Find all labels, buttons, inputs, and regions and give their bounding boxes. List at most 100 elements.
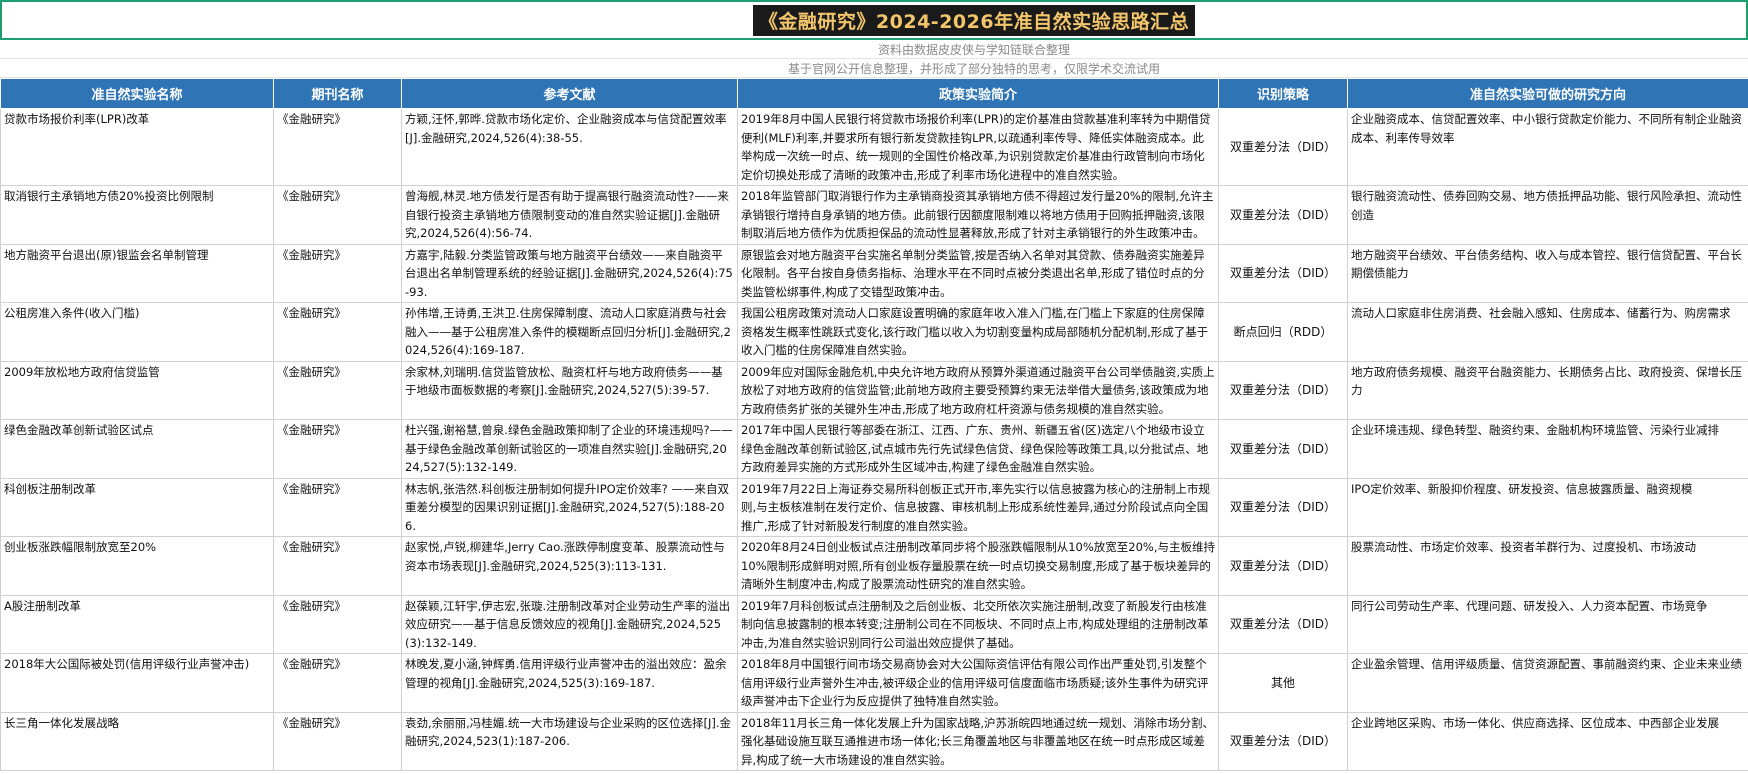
cell-research-direction[interactable]: 地方政府债务规模、融资平台融资能力、长期债务占比、政府投资、保增长压力: [1347, 360, 1748, 420]
table-body: 贷款市场报价利率(LPR)改革 《金融研究》 方颖,汪怀,郭晔.贷款市场化定价、企业…: [0, 108, 1748, 771]
cell-experiment-name[interactable]: 地方融资平台退出(原)银监会名单制管理: [0, 243, 274, 303]
cell-research-direction[interactable]: 企业盈余管理、信用评级质量、信贷资源配置、事前融资约束、企业未来业绩: [1347, 653, 1748, 713]
cell-policy-intro[interactable]: 我国公租房政策对流动人口家庭设置明确的家庭年收入准入门槛,在门槛上下家庭的住房保…: [737, 302, 1219, 362]
experiments-table: 准自然实验名称 期刊名称 参考文献 政策实验简介 识别策略 准自然实验可做的研究…: [0, 78, 1748, 771]
cell-policy-intro[interactable]: 2019年7月科创板试点注册制及之后创业板、北交所依次实施注册制,改变了新股发行…: [737, 594, 1219, 654]
cell-research-direction-text: IPO定价效率、新股抑价程度、研发投资、信息披露质量、融资规模: [1351, 481, 1693, 496]
cell-research-direction-text: 企业盈余管理、信用评级质量、信贷资源配置、事前融资约束、企业未来业绩: [1351, 657, 1742, 671]
cell-experiment-name[interactable]: 2009年放松地方政府信贷监管: [0, 360, 274, 420]
cell-experiment-name-text: 2009年放松地方政府信贷监管: [4, 364, 160, 379]
cell-experiment-name[interactable]: 长三角一体化发展战略: [0, 711, 274, 771]
cell-journal[interactable]: 《金融研究》: [273, 243, 402, 303]
cell-research-direction[interactable]: 企业跨地区采购、市场一体化、供应商选择、区位成本、中西部企业发展: [1347, 711, 1748, 771]
cell-reference-text: 赵家悦,卢锐,柳建华,Jerry Cao.涨跌停制度变革、股票流动性与资本市场表…: [405, 540, 725, 573]
cell-policy-intro-text: 2019年7月科创板试点注册制及之后创业板、北交所依次实施注册制,改变了新股发行…: [741, 598, 1209, 650]
cell-journal[interactable]: 《金融研究》: [273, 594, 402, 654]
cell-research-direction[interactable]: 企业融资成本、信贷配置效率、中小银行贷款定价能力、不同所有制企业融资成本、利率传…: [1347, 108, 1748, 186]
cell-research-direction[interactable]: IPO定价效率、新股抑价程度、研发投资、信息披露质量、融资规模: [1347, 477, 1748, 537]
cell-strategy[interactable]: 双重差分法（DID）: [1218, 594, 1348, 654]
cell-journal[interactable]: 《金融研究》: [273, 711, 402, 771]
cell-strategy[interactable]: 双重差分法（DID）: [1218, 477, 1348, 537]
table-row: 绿色金融改革创新试验区试点 《金融研究》 杜兴强,谢裕慧,曾泉.绿色金融政策抑制了企…: [0, 419, 1748, 479]
cell-research-direction[interactable]: 股票流动性、市场定价效率、投资者羊群行为、过度投机、市场波动: [1347, 536, 1748, 596]
column-header-name[interactable]: 准自然实验名称: [0, 78, 274, 109]
cell-journal[interactable]: 《金融研究》: [273, 108, 402, 186]
cell-policy-intro[interactable]: 2018年11月长三角一体化发展上升为国家战略,沪苏浙皖四地通过统一规划、消除市…: [737, 711, 1219, 771]
cell-strategy[interactable]: 双重差分法（DID）: [1218, 243, 1348, 303]
cell-policy-intro[interactable]: 原银监会对地方融资平台实施名单制分类监管,按是否纳入名单对其贷款、债券融资实施差…: [737, 243, 1219, 303]
cell-experiment-name[interactable]: A股注册制改革: [0, 594, 274, 654]
title-row[interactable]: 《金融研究》2024-2026年准自然实验思路汇总: [0, 0, 1748, 40]
column-header-journal[interactable]: 期刊名称: [273, 78, 402, 109]
column-header-strategy[interactable]: 识别策略: [1218, 78, 1348, 109]
cell-strategy[interactable]: 双重差分法（DID）: [1218, 185, 1348, 245]
cell-journal[interactable]: 《金融研究》: [273, 536, 402, 596]
cell-research-direction[interactable]: 流动人口家庭非住房消费、社会融入感知、住房成本、储蓄行为、购房需求: [1347, 302, 1748, 362]
cell-journal-text: 《金融研究》: [277, 657, 346, 671]
spreadsheet: 《金融研究》2024-2026年准自然实验思路汇总 资料由数据皮皮侠与学知链联合…: [0, 0, 1748, 774]
cell-policy-intro[interactable]: 2019年7月22日上海证券交易所科创板正式开市,率先实行以信息披露为核心的注册…: [737, 477, 1219, 537]
cell-policy-intro-text: 原银监会对地方融资平台实施名单制分类监管,按是否纳入名单对其贷款、债券融资实施差…: [741, 247, 1205, 299]
cell-reference[interactable]: 袁劲,余丽丽,冯桂媚.统一大市场建设与企业采购的区位选择[J].金融研究,202…: [401, 711, 738, 771]
cell-experiment-name-text: 创业板涨跌幅限制放宽至20%: [4, 540, 157, 554]
table-row: 取消银行主承销地方债20%投资比例限制 《金融研究》 曾海舰,林灵.地方债发行是否有…: [0, 185, 1748, 245]
subtitle-source: 资料由数据皮皮侠与学知链联合整理: [877, 42, 1070, 57]
cell-experiment-name[interactable]: 取消银行主承销地方债20%投资比例限制: [0, 185, 274, 245]
cell-research-direction-text: 地方融资平台绩效、平台债务结构、收入与成本管控、银行信贷配置、平台长期偿债能力: [1351, 247, 1742, 281]
cell-reference[interactable]: 方颖,汪怀,郭晔.贷款市场化定价、企业融资成本与信贷配置效率[J].金融研究,2…: [401, 108, 738, 186]
cell-reference[interactable]: 赵葆颖,江轩宇,伊志宏,张璇.注册制改革对企业劳动生产率的溢出效应研究——基于信…: [401, 594, 738, 654]
cell-policy-intro[interactable]: 2018年8月中国银行间市场交易商协会对大公国际资信评估有限公司作出严重处罚,引…: [737, 653, 1219, 713]
cell-reference[interactable]: 余家林,刘瑞明.信贷监管放松、融资杠杆与地方政府债务——基于地级市面板数据的考察…: [401, 360, 738, 420]
cell-experiment-name[interactable]: 创业板涨跌幅限制放宽至20%: [0, 536, 274, 596]
cell-journal[interactable]: 《金融研究》: [273, 653, 402, 713]
cell-strategy[interactable]: 双重差分法（DID）: [1218, 711, 1348, 771]
cell-journal[interactable]: 《金融研究》: [273, 477, 402, 537]
cell-journal-text: 《金融研究》: [277, 306, 346, 320]
cell-experiment-name[interactable]: 公租房准入条件(收入门槛): [0, 302, 274, 362]
cell-strategy[interactable]: 双重差分法（DID）: [1218, 360, 1348, 420]
column-header-reference[interactable]: 参考文献: [401, 78, 738, 109]
cell-strategy[interactable]: 其他: [1218, 653, 1348, 713]
table-header-row: 准自然实验名称 期刊名称 参考文献 政策实验简介 识别策略 准自然实验可做的研究…: [0, 78, 1748, 109]
cell-policy-intro[interactable]: 2009年应对国际金融危机,中央允许地方政府从预算外渠道通过融资平台公司举债融资…: [737, 360, 1219, 420]
cell-journal-text: 《金融研究》: [277, 598, 346, 613]
cell-journal[interactable]: 《金融研究》: [273, 419, 402, 479]
cell-policy-intro[interactable]: 2019年8月中国人民银行将贷款市场报价利率(LPR)的定价基准由贷款基准利率转…: [737, 108, 1219, 186]
cell-policy-intro[interactable]: 2018年监管部门取消银行作为主承销商投资其承销地方债不得超过发行量20%的限制…: [737, 185, 1219, 245]
cell-reference[interactable]: 赵家悦,卢锐,柳建华,Jerry Cao.涨跌停制度变革、股票流动性与资本市场表…: [401, 536, 738, 596]
cell-strategy[interactable]: 双重差分法（DID）: [1218, 536, 1348, 596]
cell-reference[interactable]: 林晚发,夏小涵,钟辉勇.信用评级行业声誉冲击的溢出效应：盈余管理的视角[J].金…: [401, 653, 738, 713]
cell-reference[interactable]: 孙伟增,王诗勇,王洪卫.住房保障制度、流动人口家庭消费与社会融入——基于公租房准…: [401, 302, 738, 362]
cell-strategy[interactable]: 双重差分法（DID）: [1218, 108, 1348, 186]
cell-journal[interactable]: 《金融研究》: [273, 185, 402, 245]
cell-journal[interactable]: 《金融研究》: [273, 360, 402, 420]
cell-strategy[interactable]: 双重差分法（DID）: [1218, 419, 1348, 479]
cell-research-direction-text: 股票流动性、市场定价效率、投资者羊群行为、过度投机、市场波动: [1351, 540, 1696, 554]
cell-reference[interactable]: 杜兴强,谢裕慧,曾泉.绿色金融政策抑制了企业的环境违规吗?——基于绿色金融改革创…: [401, 419, 738, 479]
cell-research-direction[interactable]: 企业环境违规、绿色转型、融资约束、金融机构环境监管、污染行业减排: [1347, 419, 1748, 479]
cell-strategy-text: 双重差分法（DID）: [1229, 266, 1337, 280]
column-header-policy-intro[interactable]: 政策实验简介: [737, 78, 1219, 109]
cell-reference-text: 袁劲,余丽丽,冯桂媚.统一大市场建设与企业采购的区位选择[J].金融研究,202…: [405, 715, 731, 749]
cell-journal-text: 《金融研究》: [277, 540, 346, 554]
cell-journal[interactable]: 《金融研究》: [273, 302, 402, 362]
cell-experiment-name[interactable]: 科创板注册制改革: [0, 477, 274, 537]
subtitle-row-2[interactable]: 基于官网公开信息整理，并形成了部分独特的思考，仅限学术交流试用: [0, 59, 1748, 78]
cell-experiment-name[interactable]: 2018年大公国际被处罚(信用评级行业声誉冲击): [0, 653, 274, 713]
cell-strategy[interactable]: 断点回归（RDD）: [1218, 302, 1348, 362]
cell-policy-intro-text: 2017年中国人民银行等部委在浙江、江西、广东、贵州、新疆五省(区)选定八个地级…: [741, 423, 1209, 474]
cell-reference[interactable]: 方嘉宇,陆毅.分类监管政策与地方融资平台绩效——来自融资平台退出名单制管理系统的…: [401, 243, 738, 303]
cell-experiment-name[interactable]: 贷款市场报价利率(LPR)改革: [0, 108, 274, 186]
column-header-direction[interactable]: 准自然实验可做的研究方向: [1347, 78, 1748, 109]
cell-policy-intro[interactable]: 2017年中国人民银行等部委在浙江、江西、广东、贵州、新疆五省(区)选定八个地级…: [737, 419, 1219, 479]
cell-policy-intro[interactable]: 2020年8月24日创业板试点注册制改革同步将个股涨跌幅限制从10%放宽至20%…: [737, 536, 1219, 596]
cell-reference[interactable]: 林志帆,张浩然.科创板注册制如何提升IPO定价效率? ——来自双重差分模型的因果…: [401, 477, 738, 537]
cell-reference-text: 方嘉宇,陆毅.分类监管政策与地方融资平台绩效——来自融资平台退出名单制管理系统的…: [405, 247, 733, 299]
subtitle-row-1[interactable]: 资料由数据皮皮侠与学知链联合整理: [0, 40, 1748, 59]
cell-research-direction[interactable]: 地方融资平台绩效、平台债务结构、收入与成本管控、银行信贷配置、平台长期偿债能力: [1347, 243, 1748, 303]
cell-journal-text: 《金融研究》: [277, 423, 346, 437]
cell-research-direction[interactable]: 同行公司劳动生产率、代理问题、研发投入、人力资本配置、市场竞争: [1347, 594, 1748, 654]
cell-experiment-name[interactable]: 绿色金融改革创新试验区试点: [0, 419, 274, 479]
cell-research-direction[interactable]: 银行融资流动性、债券回购交易、地方债抵押品功能、银行风险承担、流动性创造: [1347, 185, 1748, 245]
cell-reference[interactable]: 曾海舰,林灵.地方债发行是否有助于提高银行融资流动性?——来自银行投资主承销地方…: [401, 185, 738, 245]
